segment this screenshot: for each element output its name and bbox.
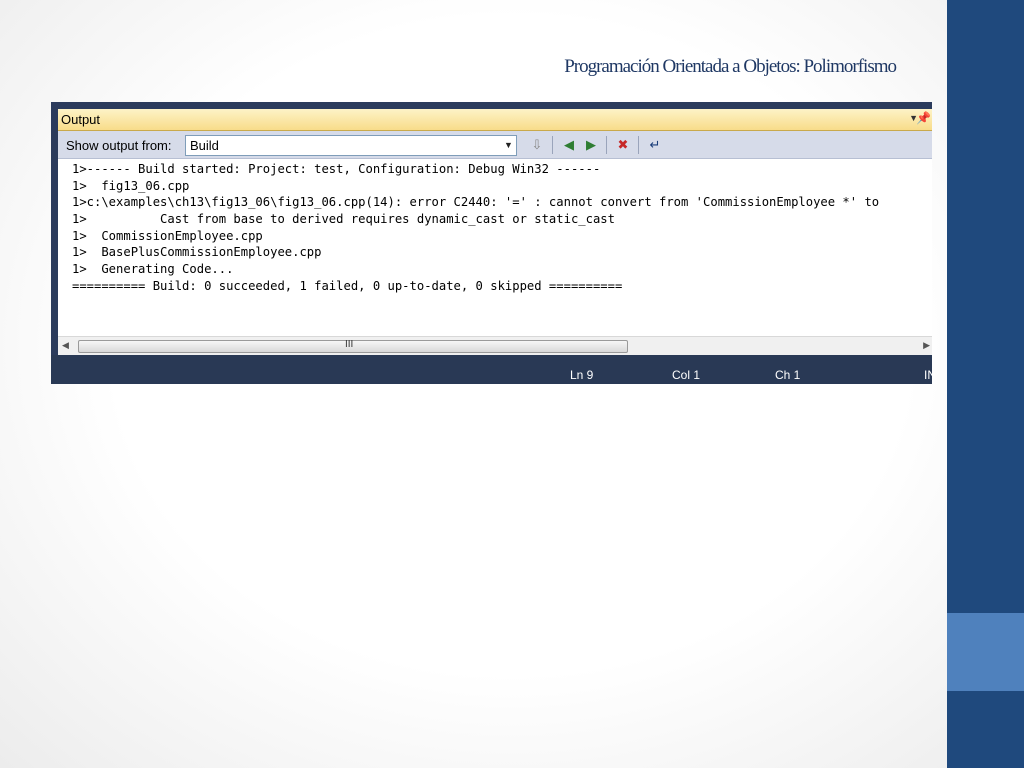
next-message-icon[interactable]: ▶ xyxy=(582,136,600,154)
status-char: Ch 1 xyxy=(775,368,801,382)
slide-side-accent xyxy=(947,613,1024,691)
scroll-right-icon[interactable]: ▶ xyxy=(923,340,930,351)
output-line: 1> fig13_06.cpp xyxy=(72,179,190,193)
slide-title: Programación Orientada a Objetos: Polimo… xyxy=(564,56,897,77)
toolbar-separator xyxy=(606,136,607,154)
pin-icon[interactable]: 📌 xyxy=(916,111,931,125)
status-line: Ln 9 xyxy=(570,368,594,382)
output-line: ========== Build: 0 succeeded, 1 failed,… xyxy=(72,279,623,293)
output-line: 1>c:\examples\ch13\fig13_06\fig13_06.cpp… xyxy=(72,195,880,209)
word-wrap-icon[interactable]: ↵ xyxy=(646,136,664,154)
previous-message-icon[interactable]: ◀ xyxy=(560,136,578,154)
grip-icon: III xyxy=(345,339,354,350)
go-to-location-icon[interactable]: ⇩ xyxy=(528,136,546,154)
output-text-area[interactable]: 1>------ Build started: Project: test, C… xyxy=(58,159,932,336)
status-bar: Ln 9 Col 1 Ch 1 IN xyxy=(51,355,936,384)
output-window: Output ▼ 📌 Show output from: Build ▼ ⇩ ◀… xyxy=(51,102,936,384)
status-insert-mode: IN xyxy=(924,368,936,382)
output-line: 1> BasePlusCommissionEmployee.cpp xyxy=(72,245,322,259)
output-line: 1> CommissionEmployee.cpp xyxy=(72,229,263,243)
output-line: 1> Generating Code... xyxy=(72,262,234,276)
output-line: 1>------ Build started: Project: test, C… xyxy=(72,162,601,176)
output-titlebar: Output ▼ 📌 xyxy=(58,109,932,131)
scroll-left-icon[interactable]: ◀ xyxy=(62,340,69,351)
output-source-value: Build xyxy=(190,138,219,153)
show-output-label: Show output from: xyxy=(66,138,172,153)
output-toolbar: Show output from: Build ▼ ⇩ ◀ ▶ ✖ ↵ xyxy=(58,131,932,159)
clear-all-icon[interactable]: ✖ xyxy=(614,136,632,154)
toolbar-separator xyxy=(638,136,639,154)
output-line: 1> Cast from base to derived requires dy… xyxy=(72,212,615,226)
scroll-thumb[interactable]: III xyxy=(78,339,628,353)
chevron-down-icon[interactable]: ▼ xyxy=(501,136,516,155)
horizontal-scrollbar[interactable]: ◀ III ▶ xyxy=(58,336,932,355)
toolbar-separator xyxy=(552,136,553,154)
output-source-select[interactable]: Build ▼ xyxy=(185,135,517,156)
status-column: Col 1 xyxy=(672,368,701,382)
panel-title: Output xyxy=(61,112,101,127)
